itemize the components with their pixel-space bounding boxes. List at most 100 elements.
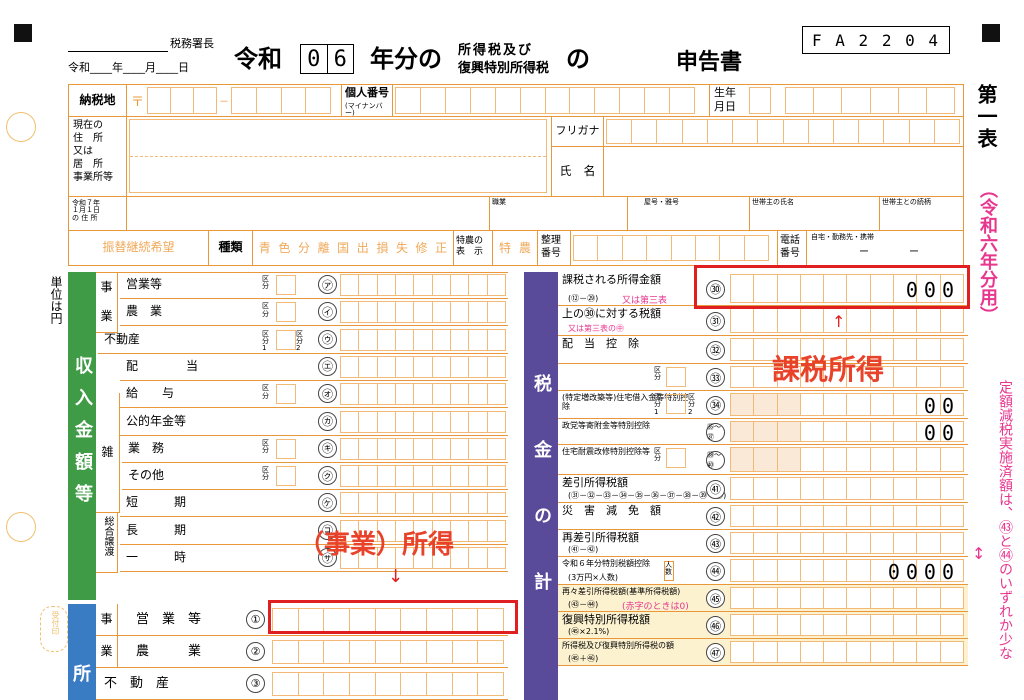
tax-row: (特定増改築等)住宅借入金等特別控除 区分1 区分2 ㉞ 00 xyxy=(558,391,968,419)
name-input[interactable] xyxy=(606,149,960,193)
row-number-badge: ㊶ xyxy=(706,479,725,499)
job-label[interactable]: 職業 xyxy=(489,197,627,230)
tax-row-sublabel: (3万円×人数) xyxy=(568,573,619,582)
side-bracket: ↕ xyxy=(972,544,986,563)
income-row-label: 一 時 xyxy=(126,550,187,564)
tokuno-label: 特農の表 示 xyxy=(453,231,493,265)
amount-input[interactable] xyxy=(340,465,506,488)
tax-amount-input[interactable] xyxy=(730,614,964,636)
kind-koku[interactable]: 国 xyxy=(333,235,353,261)
amount-input[interactable] xyxy=(272,672,504,696)
kind-bun[interactable]: 分 xyxy=(294,235,314,261)
kubun-input[interactable] xyxy=(666,394,686,414)
tax-row-label: 再差引所得税額 xyxy=(562,531,639,544)
seiri-input[interactable] xyxy=(573,235,769,261)
furigana-row: フリガナ xyxy=(552,117,963,147)
annotation-business-income: （事業）所得 xyxy=(298,530,455,560)
postal-code-1[interactable] xyxy=(147,87,217,114)
preset-zeros: 00 xyxy=(923,394,960,418)
tax-amount-input[interactable] xyxy=(730,587,964,609)
year-box[interactable]: 0 6 xyxy=(300,44,354,74)
tokuno-char[interactable]: 特 xyxy=(495,237,515,259)
kind-son[interactable]: 損 xyxy=(373,235,393,261)
tax-table: 税金の計 課税される所得金額 (⑫－㉙) 又は第三表㉚ 000 上の㉚に対する税額 又は第… xyxy=(524,272,970,700)
kubun-input[interactable] xyxy=(276,302,296,323)
birth-label: 月日 xyxy=(714,100,736,113)
phone-options[interactable]: 自宅・勤務先・携帯 xyxy=(811,233,874,241)
tax-amount-input[interactable] xyxy=(730,447,964,472)
tax-row-label: 再々差引所得税額(基準所得税額) xyxy=(562,587,681,596)
furigana-label: フリガナ xyxy=(552,117,604,146)
kind-shitsu[interactable]: 失 xyxy=(392,235,412,261)
tax-amount-input[interactable] xyxy=(730,505,964,527)
shotoku-row: 不 動 産 ③ xyxy=(96,668,508,700)
kind-row: 振替継続希望 種類 青 色 分 離 国 出 損 失 修 正 特農の表 示 特 農… xyxy=(69,231,963,265)
amount-input[interactable] xyxy=(272,640,504,664)
highlight-taxable-income xyxy=(694,265,970,309)
postal-code-2[interactable] xyxy=(231,87,331,114)
tax-row-label: 所得税及び復興特別所得税の額 xyxy=(562,641,674,650)
tax-row: 政党等寄附金等特別控除 ㉟～㊲ 00 xyxy=(558,419,968,445)
kind-options: 青 色 分 離 国 出 損 失 修 正 xyxy=(255,235,451,261)
amount-input[interactable] xyxy=(340,492,506,515)
kubun-input[interactable] xyxy=(276,329,296,350)
kubun-input[interactable] xyxy=(276,466,296,487)
shotoku-category: 所 xyxy=(68,604,96,700)
tax-row: 復興特別所得税額 (㊺×2.1%) ㊻ xyxy=(558,612,968,639)
tokuno-char[interactable]: 農 xyxy=(515,237,535,259)
amount-input[interactable] xyxy=(340,301,506,324)
birth-date-input[interactable] xyxy=(785,87,955,114)
kubun-input[interactable] xyxy=(276,384,296,405)
kojin-label: 個人番号 xyxy=(345,86,389,99)
yago-label[interactable]: 屋号・雅号 xyxy=(627,197,749,230)
info-section: 納税地 〒 － 個人番号 (マイナンバー) 生年 月日 現在の 住 所 又は 居… xyxy=(68,84,964,266)
furikae-label[interactable]: 振替継続希望 xyxy=(69,231,209,265)
tax-row: 上の㉚に対する税額 又は第三表の㊥ ㉛ xyxy=(558,306,968,336)
jigyo-char: 事 xyxy=(100,279,113,294)
tax-amount-input[interactable] xyxy=(730,641,964,663)
tax-row: 災 害 減 免 額 ㊷ xyxy=(558,503,968,530)
kind-iro[interactable]: 色 xyxy=(275,235,295,261)
relation-label[interactable]: 世帯主との続柄 xyxy=(879,197,963,230)
tax-row-label: 上の㉚に対する税額 xyxy=(562,307,661,320)
income-row-label: 長 期 xyxy=(126,522,187,537)
kubun-input[interactable] xyxy=(276,438,296,459)
kind-ri[interactable]: 離 xyxy=(314,235,334,261)
amount-input[interactable] xyxy=(340,328,506,351)
tax-amount-input[interactable] xyxy=(730,308,964,333)
tax-row-label: 復興特別所得税額 xyxy=(562,613,650,626)
row-number-badge: ㋐ xyxy=(318,275,337,294)
income-row: 短 期 ㋘ xyxy=(120,490,508,518)
amount-input[interactable] xyxy=(340,274,506,296)
address-label: 現在の 住 所 又は 居 所 事業所等 xyxy=(69,117,127,196)
income-row: その他 区分 ㋗ xyxy=(122,463,508,491)
kubun-input[interactable] xyxy=(666,367,686,387)
tax-row: 再々差引所得税額(基準所得税額) (㊸－㊹) (赤字のときは0) ㊺ xyxy=(558,585,968,612)
birth-era-input[interactable] xyxy=(749,87,771,114)
address-row: 現在の 住 所 又は 居 所 事業所等 フリガナ 氏 名 xyxy=(69,117,963,197)
amount-input[interactable] xyxy=(340,355,506,378)
kind-sei[interactable]: 正 xyxy=(431,235,451,261)
kind-shu[interactable]: 修 xyxy=(412,235,432,261)
furigana-input[interactable] xyxy=(606,119,960,144)
jan1-input[interactable] xyxy=(129,199,487,229)
kubun-input[interactable] xyxy=(276,275,296,295)
amount-input[interactable] xyxy=(340,437,506,460)
tax-row-label: 差引所得税額 xyxy=(562,476,628,489)
kubun-input[interactable] xyxy=(666,448,686,468)
row-number-badge: ㋕ xyxy=(318,411,337,431)
tokuno-line: 特農の xyxy=(456,236,484,246)
tax-amount-input[interactable] xyxy=(730,477,964,500)
annotation-taxable-income: 課税所得 xyxy=(772,353,885,386)
amount-input[interactable] xyxy=(340,383,506,406)
kind-shutsu[interactable]: 出 xyxy=(353,235,373,261)
kind-ao[interactable]: 青 xyxy=(255,235,275,261)
my-number-input[interactable] xyxy=(395,87,695,114)
tax-amount-input[interactable] xyxy=(730,532,964,554)
kubun-label: 区分1 xyxy=(654,393,661,416)
amount-input[interactable] xyxy=(340,410,506,433)
unit-label: 単位は円 xyxy=(49,276,63,324)
householder-label[interactable]: 世帯主の氏名 xyxy=(749,197,879,230)
row-number-badge: ③ xyxy=(246,674,265,693)
address-input[interactable] xyxy=(129,119,547,193)
